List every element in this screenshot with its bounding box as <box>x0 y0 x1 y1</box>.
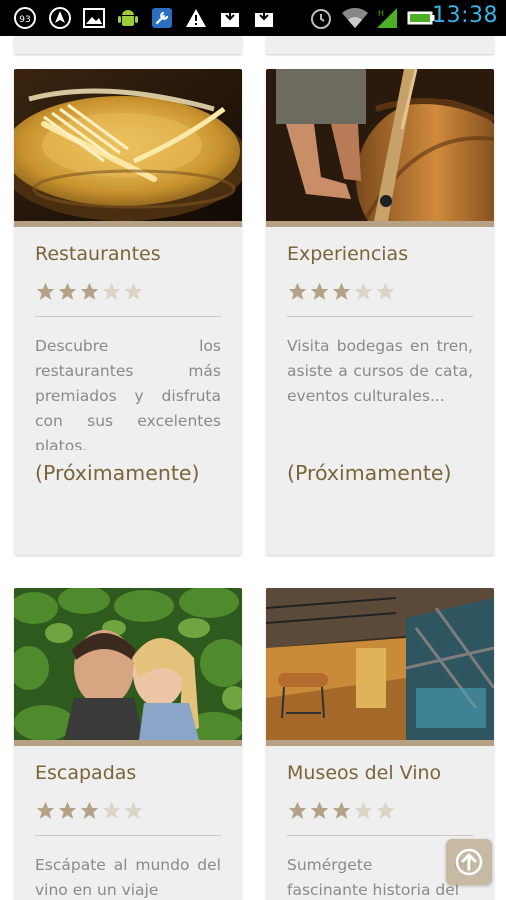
card-divider-bar <box>266 740 494 746</box>
previous-card-stub <box>266 36 494 54</box>
gallery-icon <box>81 6 107 30</box>
android-icon <box>115 6 141 30</box>
star-filled-icon <box>58 282 77 300</box>
card-experiencias[interactable]: Experiencias Visita bodegas en tren, asi… <box>266 69 494 555</box>
card-description: Visita bodegas en tren, asiste a cursos … <box>287 337 473 405</box>
card-description: Descubre los restaurantes más premiados … <box>35 337 221 450</box>
star-empty-icon <box>124 801 143 819</box>
alarm-icon <box>308 6 334 30</box>
star-empty-icon <box>376 801 395 819</box>
star-rating <box>287 281 396 302</box>
star-empty-icon <box>102 282 121 300</box>
card-separator <box>35 835 221 836</box>
coming-soon-label: (Próximamente) <box>287 461 452 485</box>
star-filled-icon <box>58 801 77 819</box>
star-empty-icon <box>354 801 373 819</box>
card-title: Museos del Vino <box>287 762 442 784</box>
star-rating <box>287 800 396 821</box>
star-empty-icon <box>102 801 121 819</box>
star-filled-icon <box>310 282 329 300</box>
arrow-up-icon <box>455 848 483 876</box>
wine-barrel-feet-image <box>266 69 494 221</box>
star-filled-icon <box>80 801 99 819</box>
card-title: Restaurantes <box>35 243 161 265</box>
card-separator <box>287 316 473 317</box>
star-filled-icon <box>332 282 351 300</box>
card-divider-bar <box>14 221 242 227</box>
notification-93-icon: 93 <box>12 6 38 30</box>
download2-icon <box>251 6 277 30</box>
star-filled-icon <box>310 801 329 819</box>
content-grid[interactable]: Restaurantes Descubre los restaurantes m… <box>0 36 506 900</box>
navigation-icon <box>47 6 73 30</box>
clock: 13:38 <box>432 3 498 28</box>
star-rating <box>35 281 144 302</box>
card-divider-bar <box>266 221 494 227</box>
star-filled-icon <box>332 801 351 819</box>
status-bar: 93 H 13:38 <box>0 0 506 36</box>
warning-icon <box>183 6 209 30</box>
scroll-top-button[interactable] <box>446 839 492 885</box>
svg-text:H: H <box>378 9 384 18</box>
star-empty-icon <box>376 282 395 300</box>
couple-vineyard-image <box>14 588 242 740</box>
signal-icon: H <box>374 6 400 30</box>
golden-fork-plate-image <box>14 69 242 221</box>
star-rating <box>35 800 144 821</box>
star-filled-icon <box>288 801 307 819</box>
card-description: Escápate al mundo del vino en un viaje <box>35 856 221 899</box>
card-title: Escapadas <box>35 762 137 784</box>
star-filled-icon <box>288 282 307 300</box>
star-filled-icon <box>80 282 99 300</box>
star-filled-icon <box>36 801 55 819</box>
card-separator <box>35 316 221 317</box>
card-title: Experiencias <box>287 243 409 265</box>
svg-text:93: 93 <box>19 15 30 25</box>
wrench-icon <box>149 6 175 30</box>
star-filled-icon <box>36 282 55 300</box>
star-empty-icon <box>124 282 143 300</box>
wine-museum-image <box>266 588 494 740</box>
card-divider-bar <box>14 740 242 746</box>
wifi-icon <box>340 6 370 30</box>
star-empty-icon <box>354 282 373 300</box>
card-escapadas[interactable]: Escapadas Escápate al mundo del vino en … <box>14 588 242 900</box>
coming-soon-label: (Próximamente) <box>35 461 200 485</box>
card-separator <box>287 835 473 836</box>
card-restaurantes[interactable]: Restaurantes Descubre los restaurantes m… <box>14 69 242 555</box>
previous-card-stub <box>14 36 242 54</box>
download-icon <box>217 6 243 30</box>
